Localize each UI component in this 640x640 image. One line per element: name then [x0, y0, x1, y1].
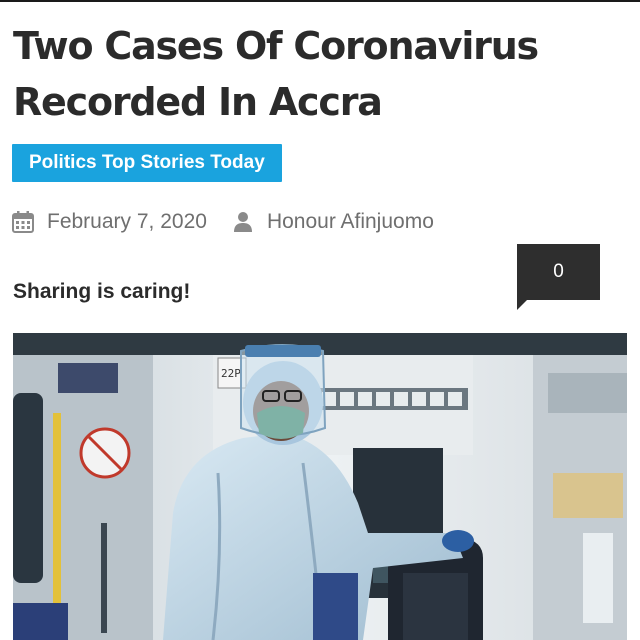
article-page: Two Cases Of Coronavirus Recorded In Acc…: [0, 0, 640, 640]
header-divider: [0, 0, 640, 2]
share-count-badge[interactable]: 0: [517, 244, 600, 310]
article-title: Two Cases Of Coronavirus Recorded In Acc…: [13, 24, 539, 124]
article-author[interactable]: Honour Afinjuomo: [267, 210, 434, 234]
hero-sign-text: 22P: [221, 367, 241, 380]
calendar-icon: [12, 211, 34, 233]
share-count-tail: [517, 300, 527, 310]
user-icon: [233, 211, 253, 233]
article-hero-image: 22P: [13, 333, 627, 640]
hero-photo: 22P: [13, 333, 627, 640]
sharing-label: Sharing is caring!: [13, 280, 191, 303]
share-count-value: 0: [553, 261, 564, 282]
article-date[interactable]: February 7, 2020: [47, 210, 207, 234]
category-badge[interactable]: Politics Top Stories Today: [12, 144, 282, 182]
article-meta: February 7, 2020 Honour Afinjuomo: [12, 206, 434, 238]
